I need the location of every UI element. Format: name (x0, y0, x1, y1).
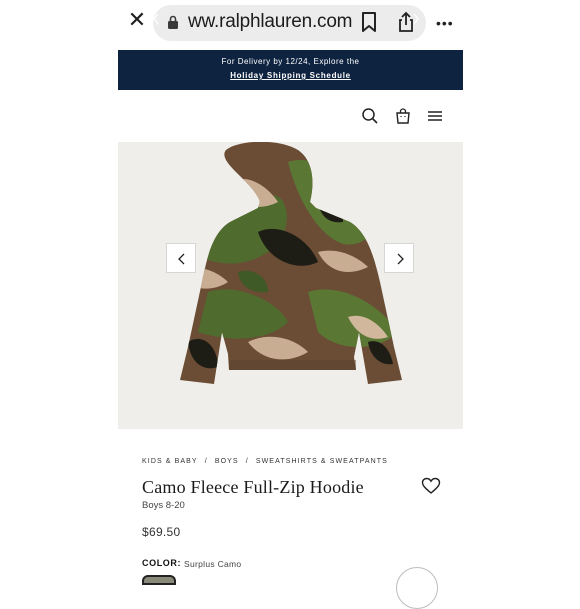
shopping-bag-icon[interactable] (394, 107, 412, 125)
breadcrumb-separator: / (204, 458, 208, 465)
breadcrumb-separator: / (245, 458, 249, 465)
color-label: COLOR: (142, 558, 182, 568)
menu-icon[interactable] (426, 107, 444, 125)
close-icon[interactable]: ✕ (127, 10, 147, 32)
heart-icon[interactable] (421, 477, 441, 495)
size-range: Boys 8-20 (142, 500, 185, 511)
chevron-right-icon (397, 253, 404, 265)
promo-text: For Delivery by 12/24, Explore the (221, 57, 360, 66)
gallery-next-button[interactable] (384, 243, 414, 273)
floating-action-button[interactable] (396, 567, 438, 609)
chevron-left-icon (178, 253, 185, 265)
promo-banner: For Delivery by 12/24, Explore the Holid… (118, 50, 463, 90)
more-icon[interactable]: ••• (436, 16, 456, 30)
browser-bar: ✕ ww.ralphlauren.com ••• (0, 0, 580, 48)
promo-link[interactable]: Holiday Shipping Schedule (118, 71, 463, 80)
color-value: Surplus Camo (184, 559, 242, 569)
search-icon[interactable] (361, 107, 379, 125)
page-margin-right (463, 0, 580, 580)
product-image[interactable] (118, 142, 463, 429)
product-price: $69.50 (142, 525, 181, 539)
chevron-left-icon[interactable] (151, 12, 161, 26)
breadcrumb: KIDS & BABY / BOYS / SWEATSHIRTS & SWEAT… (142, 458, 392, 465)
breadcrumb-sweatshirts[interactable]: SWEATSHIRTS & SWEATPANTS (256, 458, 388, 465)
page-margin-left (0, 0, 118, 580)
chevron-right-icon[interactable] (411, 12, 421, 26)
hoodie-image (180, 142, 402, 384)
url-text[interactable]: ww.ralphlauren.com (188, 9, 353, 35)
bookmark-icon[interactable] (360, 11, 378, 33)
breadcrumb-boys[interactable]: BOYS (215, 458, 239, 465)
breadcrumb-kids-baby[interactable]: KIDS & BABY (142, 458, 198, 465)
color-swatch[interactable] (142, 575, 176, 585)
lock-icon (168, 15, 178, 29)
product-title: Camo Fleece Full-Zip Hoodie (142, 477, 364, 497)
gallery-prev-button[interactable] (166, 243, 196, 273)
